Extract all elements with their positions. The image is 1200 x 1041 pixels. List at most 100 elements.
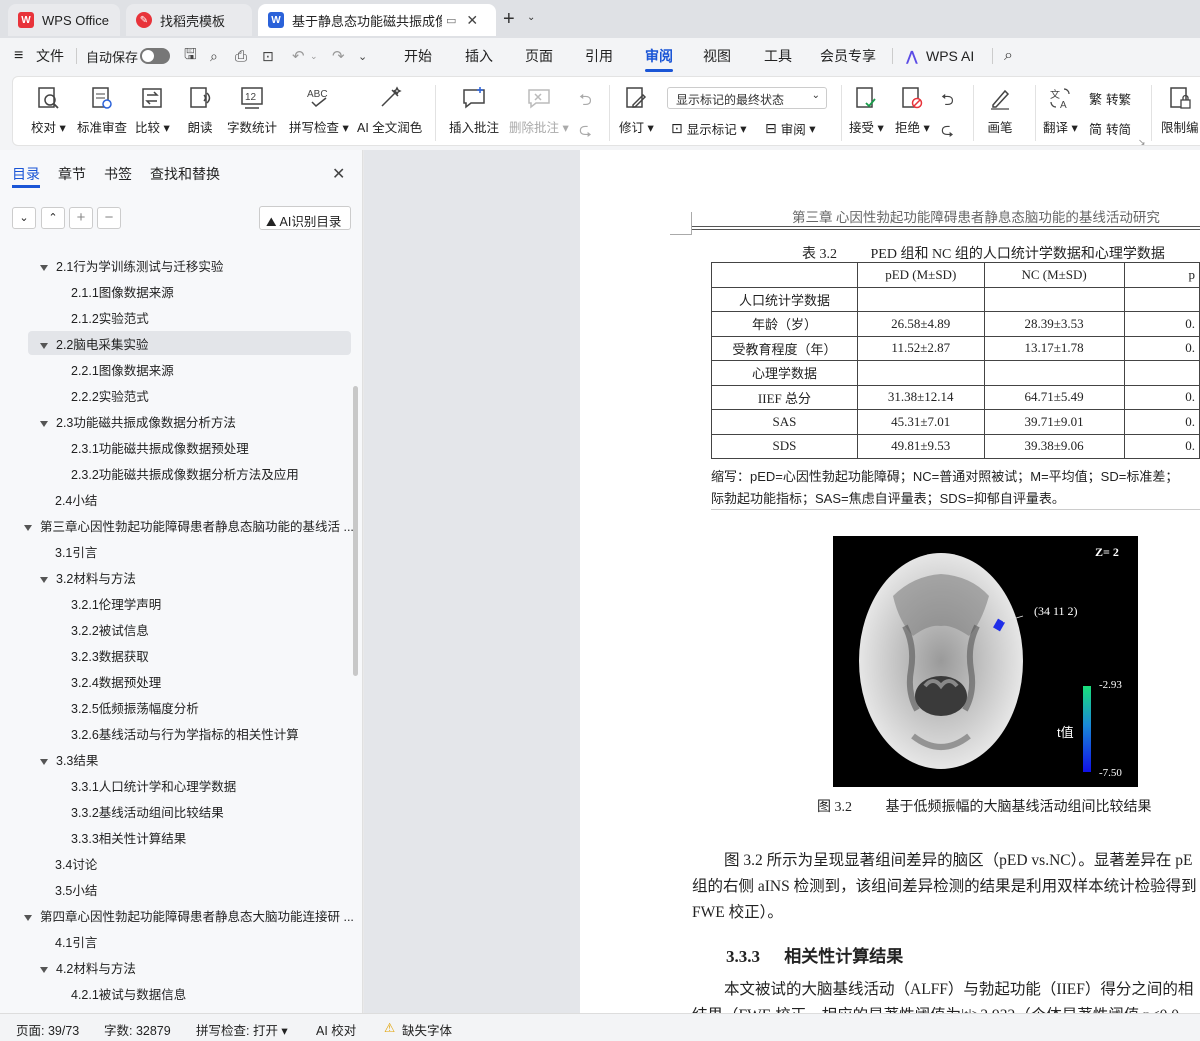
toc-item[interactable]: 3.2.3数据获取 — [71, 646, 149, 665]
toc-item[interactable]: 3.2.2被试信息 — [71, 620, 149, 639]
toc-item[interactable]: 3.5小结 — [55, 880, 97, 899]
restrict-editing-button[interactable]: 限制编 — [1161, 85, 1199, 136]
prev-comment-icon[interactable]: ⮌ — [579, 89, 592, 116]
expand-all-icon[interactable]: ⌄ — [12, 207, 36, 229]
read-aloud-button[interactable]: 朗读 — [187, 85, 213, 136]
ai-polish-button[interactable]: AI 全文润色 — [357, 85, 422, 136]
collapse-all-icon[interactable]: ⌃ — [41, 207, 65, 229]
translate-button[interactable]: 文A 翻译 ▾ — [1043, 85, 1078, 136]
brush-button[interactable]: 画笔 — [987, 85, 1013, 136]
toc-item[interactable]: 4.2.1被试与数据信息 — [71, 984, 186, 1003]
add-heading-icon[interactable]: + — [69, 207, 93, 229]
autosave-toggle[interactable] — [140, 48, 170, 64]
show-markup-button[interactable]: ⊡ 显示标记 ▾ — [671, 119, 747, 138]
menu-page[interactable]: 页面 — [525, 38, 553, 74]
print-icon[interactable]: ⎙ — [235, 38, 247, 74]
toc-item[interactable]: 2.3.2功能磁共振成像数据分析方法及应用 — [71, 464, 299, 483]
page-indicator[interactable]: 页面: 39/73 — [16, 1020, 79, 1039]
tab-list-chevron-icon[interactable]: ⌄ — [527, 12, 535, 23]
toc-item[interactable]: 2.2.2实验范式 — [71, 386, 149, 405]
toc-item[interactable]: 第三章心因性勃起功能障碍患者静息态脑功能的基线活 ... — [24, 516, 354, 535]
collapse-caret-icon[interactable] — [24, 914, 32, 921]
tab-docer-templates[interactable]: ✎ 找稻壳模板 — [126, 4, 252, 36]
toc-item[interactable]: 2.3.1功能磁共振成像数据预处理 — [71, 438, 249, 457]
spell-check-button[interactable]: ABC 拼写检查 ▾ — [289, 85, 349, 136]
proofread-button[interactable]: 校对 ▾ — [31, 85, 66, 136]
toc-item[interactable]: 第四章心因性勃起功能障碍患者静息态大脑功能连接研 ... — [24, 906, 354, 925]
next-comment-icon[interactable]: ⮎ — [579, 119, 592, 146]
toc-item[interactable]: 3.3.1人口统计学和心理学数据 — [71, 776, 236, 795]
to-traditional-button[interactable]: 繁 转繁 — [1089, 89, 1131, 108]
toc-item[interactable]: 3.2.4数据预处理 — [71, 672, 161, 691]
toc-item[interactable]: 2.1.2实验范式 — [71, 308, 149, 327]
tab-bookmarks[interactable]: 书签 — [104, 164, 132, 184]
menu-home[interactable]: 开始 — [404, 38, 432, 74]
menu-member[interactable]: 会员专享 — [820, 38, 876, 74]
toc-item[interactable]: 4.1引言 — [55, 932, 97, 951]
toc-item[interactable]: 2.4小结 — [55, 490, 97, 509]
display-mode-select[interactable]: 显示标记的最终状态 ⌄ — [667, 87, 827, 109]
ai-toc-button[interactable]: ⛰ AI识别目录 — [259, 206, 351, 230]
hamburger-icon[interactable]: ≡ — [14, 38, 23, 74]
toc-item[interactable]: 3.4讨论 — [55, 854, 97, 873]
collapse-caret-icon[interactable] — [40, 264, 48, 271]
review-pane-button[interactable]: ⊟ 审阅 ▾ — [765, 119, 816, 138]
undo-chevron-icon[interactable]: ⌄ — [310, 38, 318, 74]
close-pane-icon[interactable]: ✕ — [332, 164, 345, 184]
collapse-caret-icon[interactable] — [40, 576, 48, 583]
tab-find-replace[interactable]: 查找和替换 — [150, 164, 220, 184]
ai-check-status[interactable]: AI 校对 — [316, 1020, 356, 1039]
prev-change-icon[interactable]: ⮌ — [941, 89, 954, 116]
accept-button[interactable]: 接受 ▾ — [849, 85, 884, 136]
toc-item[interactable]: 3.2材料与方法 — [40, 568, 136, 587]
toc-item[interactable]: 3.1引言 — [55, 542, 97, 561]
collapse-caret-icon[interactable] — [24, 524, 32, 531]
insert-comment-button[interactable]: 插入批注 — [449, 85, 499, 136]
toc-item[interactable]: 2.2.1图像数据来源 — [71, 360, 174, 379]
delete-comment-button[interactable]: 删除批注 ▾ — [509, 85, 569, 136]
monitor-icon[interactable]: ▭ — [446, 14, 456, 27]
more-chevron-icon[interactable]: ⌄ — [358, 38, 367, 74]
collapse-caret-icon[interactable] — [40, 342, 48, 349]
menu-wps-ai[interactable]: WPS AI — [926, 38, 974, 74]
collapse-caret-icon[interactable] — [40, 420, 48, 427]
word-count-button[interactable]: 12 字数统计 — [227, 85, 277, 136]
menu-references[interactable]: 引用 — [585, 38, 613, 74]
menu-file[interactable]: 文件 — [36, 38, 64, 74]
menu-view[interactable]: 视图 — [703, 38, 731, 74]
save-icon[interactable]: 🖫 — [184, 38, 197, 74]
share-icon[interactable]: ⌕ — [210, 38, 218, 74]
print-preview-icon[interactable]: ⊡ — [262, 38, 274, 74]
tab-wps-office[interactable]: W WPS Office — [8, 4, 120, 36]
undo-icon[interactable]: ↶ — [292, 38, 305, 74]
missing-font-status[interactable]: 缺失字体 — [402, 1020, 452, 1039]
toc-item[interactable]: 2.1.1图像数据来源 — [71, 282, 174, 301]
to-simplified-button[interactable]: 简 转简 — [1089, 119, 1131, 138]
tab-current-document[interactable]: W 基于静息态功能磁共振成像的 ▭ ✕ — [258, 4, 496, 36]
tab-toc[interactable]: 目录 — [12, 164, 40, 184]
toc-item[interactable]: 2.2脑电采集实验 — [40, 334, 148, 353]
expand-group-icon[interactable]: ↘ — [1138, 137, 1146, 148]
toc-item[interactable]: 3.2.6基线活动与行为学指标的相关性计算 — [71, 724, 299, 743]
redo-icon[interactable]: ↷ — [332, 38, 345, 74]
toc-item[interactable]: 3.2.5低频振荡幅度分析 — [71, 698, 199, 717]
remove-heading-icon[interactable]: − — [97, 207, 121, 229]
toc-item[interactable]: 3.3结果 — [40, 750, 98, 769]
next-change-icon[interactable]: ⮎ — [941, 119, 954, 146]
menu-insert[interactable]: 插入 — [465, 38, 493, 74]
menu-tools[interactable]: 工具 — [764, 38, 792, 74]
collapse-caret-icon[interactable] — [40, 966, 48, 973]
toc-item[interactable]: 3.3.3相关性计算结果 — [71, 828, 186, 847]
scrollbar-thumb[interactable] — [353, 386, 358, 676]
word-count-indicator[interactable]: 字数: 32879 — [104, 1020, 171, 1039]
track-changes-button[interactable]: 修订 ▾ — [619, 85, 654, 136]
toc-item[interactable]: 3.2.1伦理学声明 — [71, 594, 161, 613]
toc-item[interactable]: 2.1行为学训练测试与迁移实验 — [40, 256, 223, 275]
reject-button[interactable]: 拒绝 ▾ — [895, 85, 930, 136]
search-icon[interactable]: ⌕ — [1004, 38, 1013, 74]
toc-item[interactable]: 2.3功能磁共振成像数据分析方法 — [40, 412, 236, 431]
toc-item[interactable]: 3.3.2基线活动组间比较结果 — [71, 802, 224, 821]
new-tab-plus-icon[interactable]: + — [503, 8, 515, 31]
toc-item[interactable]: 4.2材料与方法 — [40, 958, 136, 977]
spell-check-status[interactable]: 拼写检查: 打开 ▾ — [196, 1020, 288, 1039]
